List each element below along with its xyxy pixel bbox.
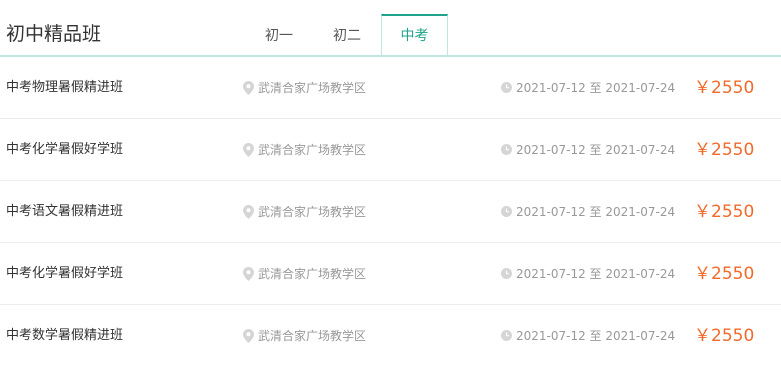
map-pin-icon — [243, 329, 254, 343]
course-row[interactable]: 中考化学暑假好学班 武清合家广场教学区 2021-07-12 至 2021-07… — [0, 243, 781, 305]
map-pin-icon — [243, 143, 254, 157]
course-location: 武清合家广场教学区 — [258, 267, 367, 281]
course-location: 武清合家广场教学区 — [258, 205, 367, 219]
course-price: ￥2550 — [694, 78, 755, 98]
course-name[interactable]: 中考语文暑假精进班 — [6, 203, 123, 221]
course-location: 武清合家广场教学区 — [258, 329, 367, 343]
tab-zhongkao-active[interactable]: 中考 — [381, 14, 448, 55]
course-name[interactable]: 中考化学暑假好学班 — [6, 141, 123, 159]
course-dates: 2021-07-12 至 2021-07-24 — [516, 143, 676, 157]
clock-icon — [501, 206, 512, 217]
course-price: ￥2550 — [694, 140, 755, 160]
course-name[interactable]: 中考物理暑假精进班 — [6, 79, 123, 97]
tab-grade-2[interactable]: 初二 — [320, 16, 374, 57]
course-dates: 2021-07-12 至 2021-07-24 — [516, 329, 676, 343]
course-price: ￥2550 — [694, 264, 755, 284]
course-name[interactable]: 中考数学暑假精进班 — [6, 327, 123, 345]
page-header: 初中精品班 初一 初二 中考 — [0, 0, 781, 57]
course-list: 中考物理暑假精进班 武清合家广场教学区 2021-07-12 至 2021-07… — [0, 57, 781, 367]
course-dates: 2021-07-12 至 2021-07-24 — [516, 267, 676, 281]
map-pin-icon — [243, 205, 254, 219]
course-name[interactable]: 中考化学暑假好学班 — [6, 265, 123, 283]
clock-icon — [501, 330, 512, 341]
course-row[interactable]: 中考数学暑假精进班 武清合家广场教学区 2021-07-12 至 2021-07… — [0, 305, 781, 367]
page-title: 初中精品班 — [6, 23, 102, 45]
clock-icon — [501, 268, 512, 279]
course-dates: 2021-07-12 至 2021-07-24 — [516, 81, 676, 95]
course-location: 武清合家广场教学区 — [258, 81, 367, 95]
clock-icon — [501, 82, 512, 93]
map-pin-icon — [243, 267, 254, 281]
course-price: ￥2550 — [694, 202, 755, 222]
course-location: 武清合家广场教学区 — [258, 143, 367, 157]
tab-grade-1[interactable]: 初一 — [252, 16, 306, 57]
course-row[interactable]: 中考物理暑假精进班 武清合家广场教学区 2021-07-12 至 2021-07… — [0, 57, 781, 119]
course-row[interactable]: 中考化学暑假好学班 武清合家广场教学区 2021-07-12 至 2021-07… — [0, 119, 781, 181]
course-row[interactable]: 中考语文暑假精进班 武清合家广场教学区 2021-07-12 至 2021-07… — [0, 181, 781, 243]
map-pin-icon — [243, 81, 254, 95]
clock-icon — [501, 144, 512, 155]
course-dates: 2021-07-12 至 2021-07-24 — [516, 205, 676, 219]
course-price: ￥2550 — [694, 326, 755, 346]
